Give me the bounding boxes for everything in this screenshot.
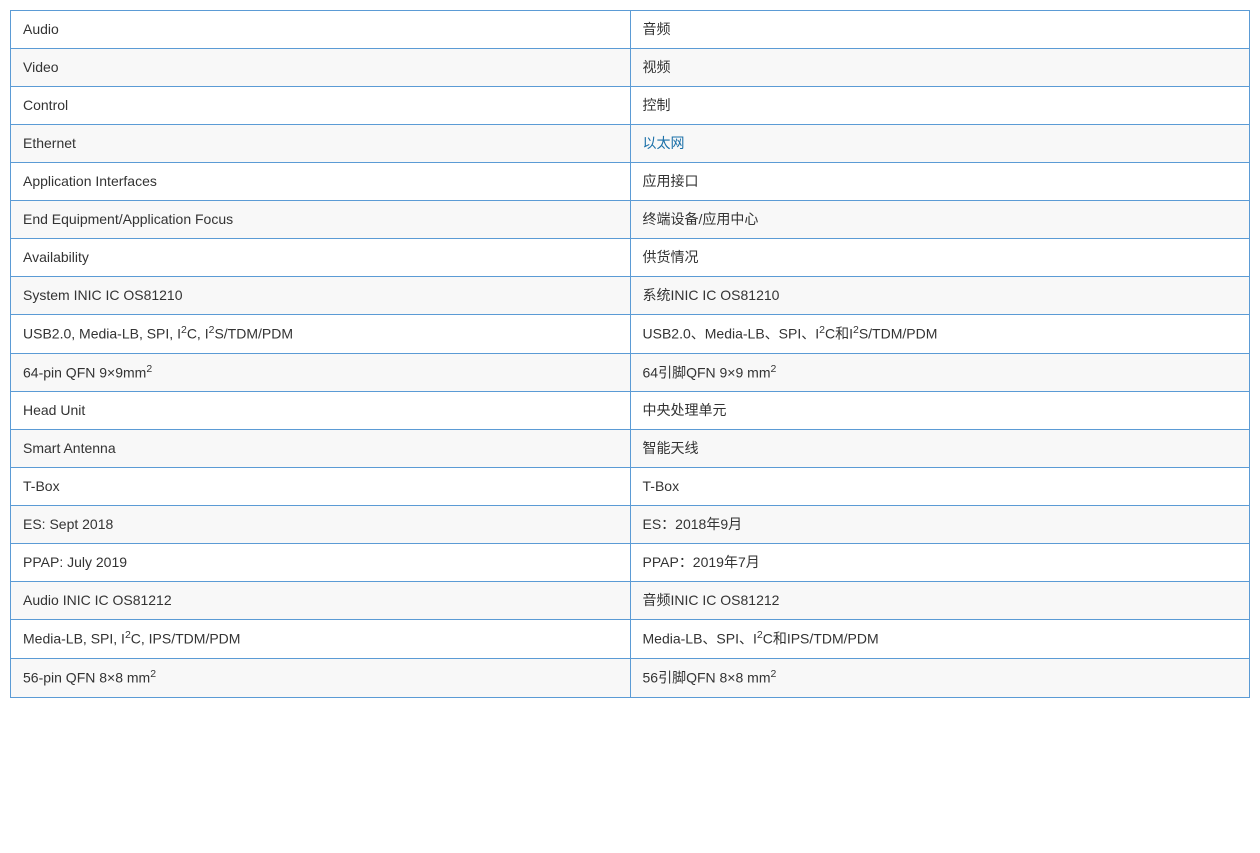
cell-right: 系统INIC IC OS81210 bbox=[630, 277, 1250, 315]
cell-left: Audio bbox=[11, 11, 631, 49]
cell-right: 控制 bbox=[630, 87, 1250, 125]
cell-right: PPAP：2019年7月 bbox=[630, 544, 1250, 582]
table-row: 56-pin QFN 8×8 mm256引脚QFN 8×8 mm2 bbox=[11, 658, 1250, 697]
table-row: Application Interfaces应用接口 bbox=[11, 163, 1250, 201]
cell-left: T-Box bbox=[11, 468, 631, 506]
cell-right: 中央处理单元 bbox=[630, 392, 1250, 430]
cell-right: 终端设备/应用中心 bbox=[630, 201, 1250, 239]
cell-left: Availability bbox=[11, 239, 631, 277]
cell-right[interactable]: 以太网 bbox=[630, 125, 1250, 163]
cell-right: ES：2018年9月 bbox=[630, 506, 1250, 544]
table-row: 64-pin QFN 9×9mm264引脚QFN 9×9 mm2 bbox=[11, 353, 1250, 392]
cell-right: 视频 bbox=[630, 49, 1250, 87]
cell-left: Ethernet bbox=[11, 125, 631, 163]
table-row: Audio INIC IC OS81212音频INIC IC OS81212 bbox=[11, 582, 1250, 620]
cell-right: 56引脚QFN 8×8 mm2 bbox=[630, 658, 1250, 697]
cell-right: 智能天线 bbox=[630, 430, 1250, 468]
cell-left: System INIC IC OS81210 bbox=[11, 277, 631, 315]
table-row: Availability供货情况 bbox=[11, 239, 1250, 277]
cell-right: USB2.0、Media-LB、SPI、I2C和I2S/TDM/PDM bbox=[630, 315, 1250, 354]
cell-right: T-Box bbox=[630, 468, 1250, 506]
table-row: End Equipment/Application Focus终端设备/应用中心 bbox=[11, 201, 1250, 239]
cell-right: 64引脚QFN 9×9 mm2 bbox=[630, 353, 1250, 392]
cell-right: Media-LB、SPI、I2C和IPS/TDM/PDM bbox=[630, 620, 1250, 659]
ethernet-link[interactable]: 以太网 bbox=[643, 135, 685, 151]
cell-left: PPAP: July 2019 bbox=[11, 544, 631, 582]
cell-left: Media-LB, SPI, I2C, IPS/TDM/PDM bbox=[11, 620, 631, 659]
table-row: Media-LB, SPI, I2C, IPS/TDM/PDMMedia-LB、… bbox=[11, 620, 1250, 659]
cell-left: USB2.0, Media-LB, SPI, I2C, I2S/TDM/PDM bbox=[11, 315, 631, 354]
table-row: Head Unit中央处理单元 bbox=[11, 392, 1250, 430]
table-row: PPAP: July 2019PPAP：2019年7月 bbox=[11, 544, 1250, 582]
cell-left: Audio INIC IC OS81212 bbox=[11, 582, 631, 620]
cell-left: 56-pin QFN 8×8 mm2 bbox=[11, 658, 631, 697]
table-row: Control控制 bbox=[11, 87, 1250, 125]
cell-left: Video bbox=[11, 49, 631, 87]
table-row: T-BoxT-Box bbox=[11, 468, 1250, 506]
table-row: Video视频 bbox=[11, 49, 1250, 87]
main-table: Audio音频Video视频Control控制Ethernet 以太网 Applic… bbox=[10, 10, 1250, 698]
cell-left: Head Unit bbox=[11, 392, 631, 430]
table-row: Smart Antenna智能天线 bbox=[11, 430, 1250, 468]
cell-right: 音频INIC IC OS81212 bbox=[630, 582, 1250, 620]
cell-left: Smart Antenna bbox=[11, 430, 631, 468]
cell-right: 供货情况 bbox=[630, 239, 1250, 277]
cell-left: End Equipment/Application Focus bbox=[11, 201, 631, 239]
cell-left: ES: Sept 2018 bbox=[11, 506, 631, 544]
table-row: Audio音频 bbox=[11, 11, 1250, 49]
table-row: Ethernet 以太网 bbox=[11, 125, 1250, 163]
table-row: USB2.0, Media-LB, SPI, I2C, I2S/TDM/PDMU… bbox=[11, 315, 1250, 354]
cell-left: 64-pin QFN 9×9mm2 bbox=[11, 353, 631, 392]
cell-left: Control bbox=[11, 87, 631, 125]
table-row: System INIC IC OS81210系统INIC IC OS81210 bbox=[11, 277, 1250, 315]
cell-right: 音频 bbox=[630, 11, 1250, 49]
cell-right: 应用接口 bbox=[630, 163, 1250, 201]
table-row: ES: Sept 2018ES：2018年9月 bbox=[11, 506, 1250, 544]
cell-left: Application Interfaces bbox=[11, 163, 631, 201]
